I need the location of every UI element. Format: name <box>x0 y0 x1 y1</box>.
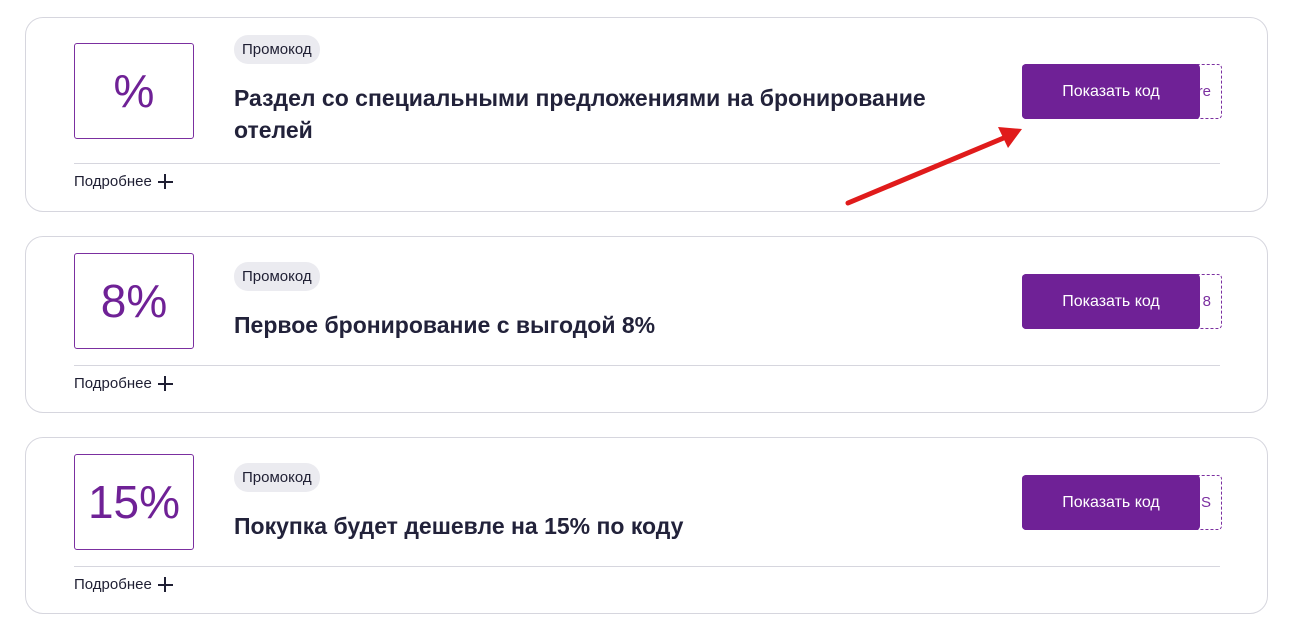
offer-title: Покупка будет дешевле на 15% по коду <box>234 513 684 539</box>
offer-title: Раздел со специальными предложениями на … <box>234 85 926 143</box>
promo-code-box[interactable]: S Показать код <box>1022 475 1222 530</box>
show-code-button[interactable]: Показать код <box>1022 475 1200 530</box>
show-code-button[interactable]: Показать код <box>1022 274 1200 329</box>
divider <box>74 365 1220 366</box>
code-preview: S <box>1200 494 1211 511</box>
plus-icon <box>157 376 173 391</box>
promo-badge: Промокод <box>234 262 320 291</box>
discount-value: % <box>74 43 194 139</box>
more-details-label: Подробнее <box>74 576 152 593</box>
code-preview: 8 <box>1202 293 1211 310</box>
promo-badge: Промокод <box>234 463 320 492</box>
more-details-label: Подробнее <box>74 173 152 190</box>
offer-title: Первое бронирование с выгодой 8% <box>234 312 656 338</box>
promo-card: 15% Промокод Покупка будет дешевле на 15… <box>25 437 1268 614</box>
plus-icon <box>157 174 173 189</box>
promo-code-box[interactable]: re Показать код <box>1022 64 1222 119</box>
promo-card: % Промокод Раздел со специальными предло… <box>25 17 1268 212</box>
more-details-toggle[interactable]: Подробнее <box>74 375 173 392</box>
divider <box>74 163 1220 164</box>
plus-icon <box>157 577 173 592</box>
more-details-label: Подробнее <box>74 375 152 392</box>
more-details-toggle[interactable]: Подробнее <box>74 173 173 190</box>
more-details-toggle[interactable]: Подробнее <box>74 576 173 593</box>
promo-card: 8% Промокод Первое бронирование с выгодо… <box>25 236 1268 413</box>
divider <box>74 566 1220 567</box>
discount-value: 15% <box>74 454 194 550</box>
promo-badge: Промокод <box>234 35 320 64</box>
promo-code-box[interactable]: 8 Показать код <box>1022 274 1222 329</box>
discount-value: 8% <box>74 253 194 349</box>
show-code-button[interactable]: Показать код <box>1022 64 1200 119</box>
